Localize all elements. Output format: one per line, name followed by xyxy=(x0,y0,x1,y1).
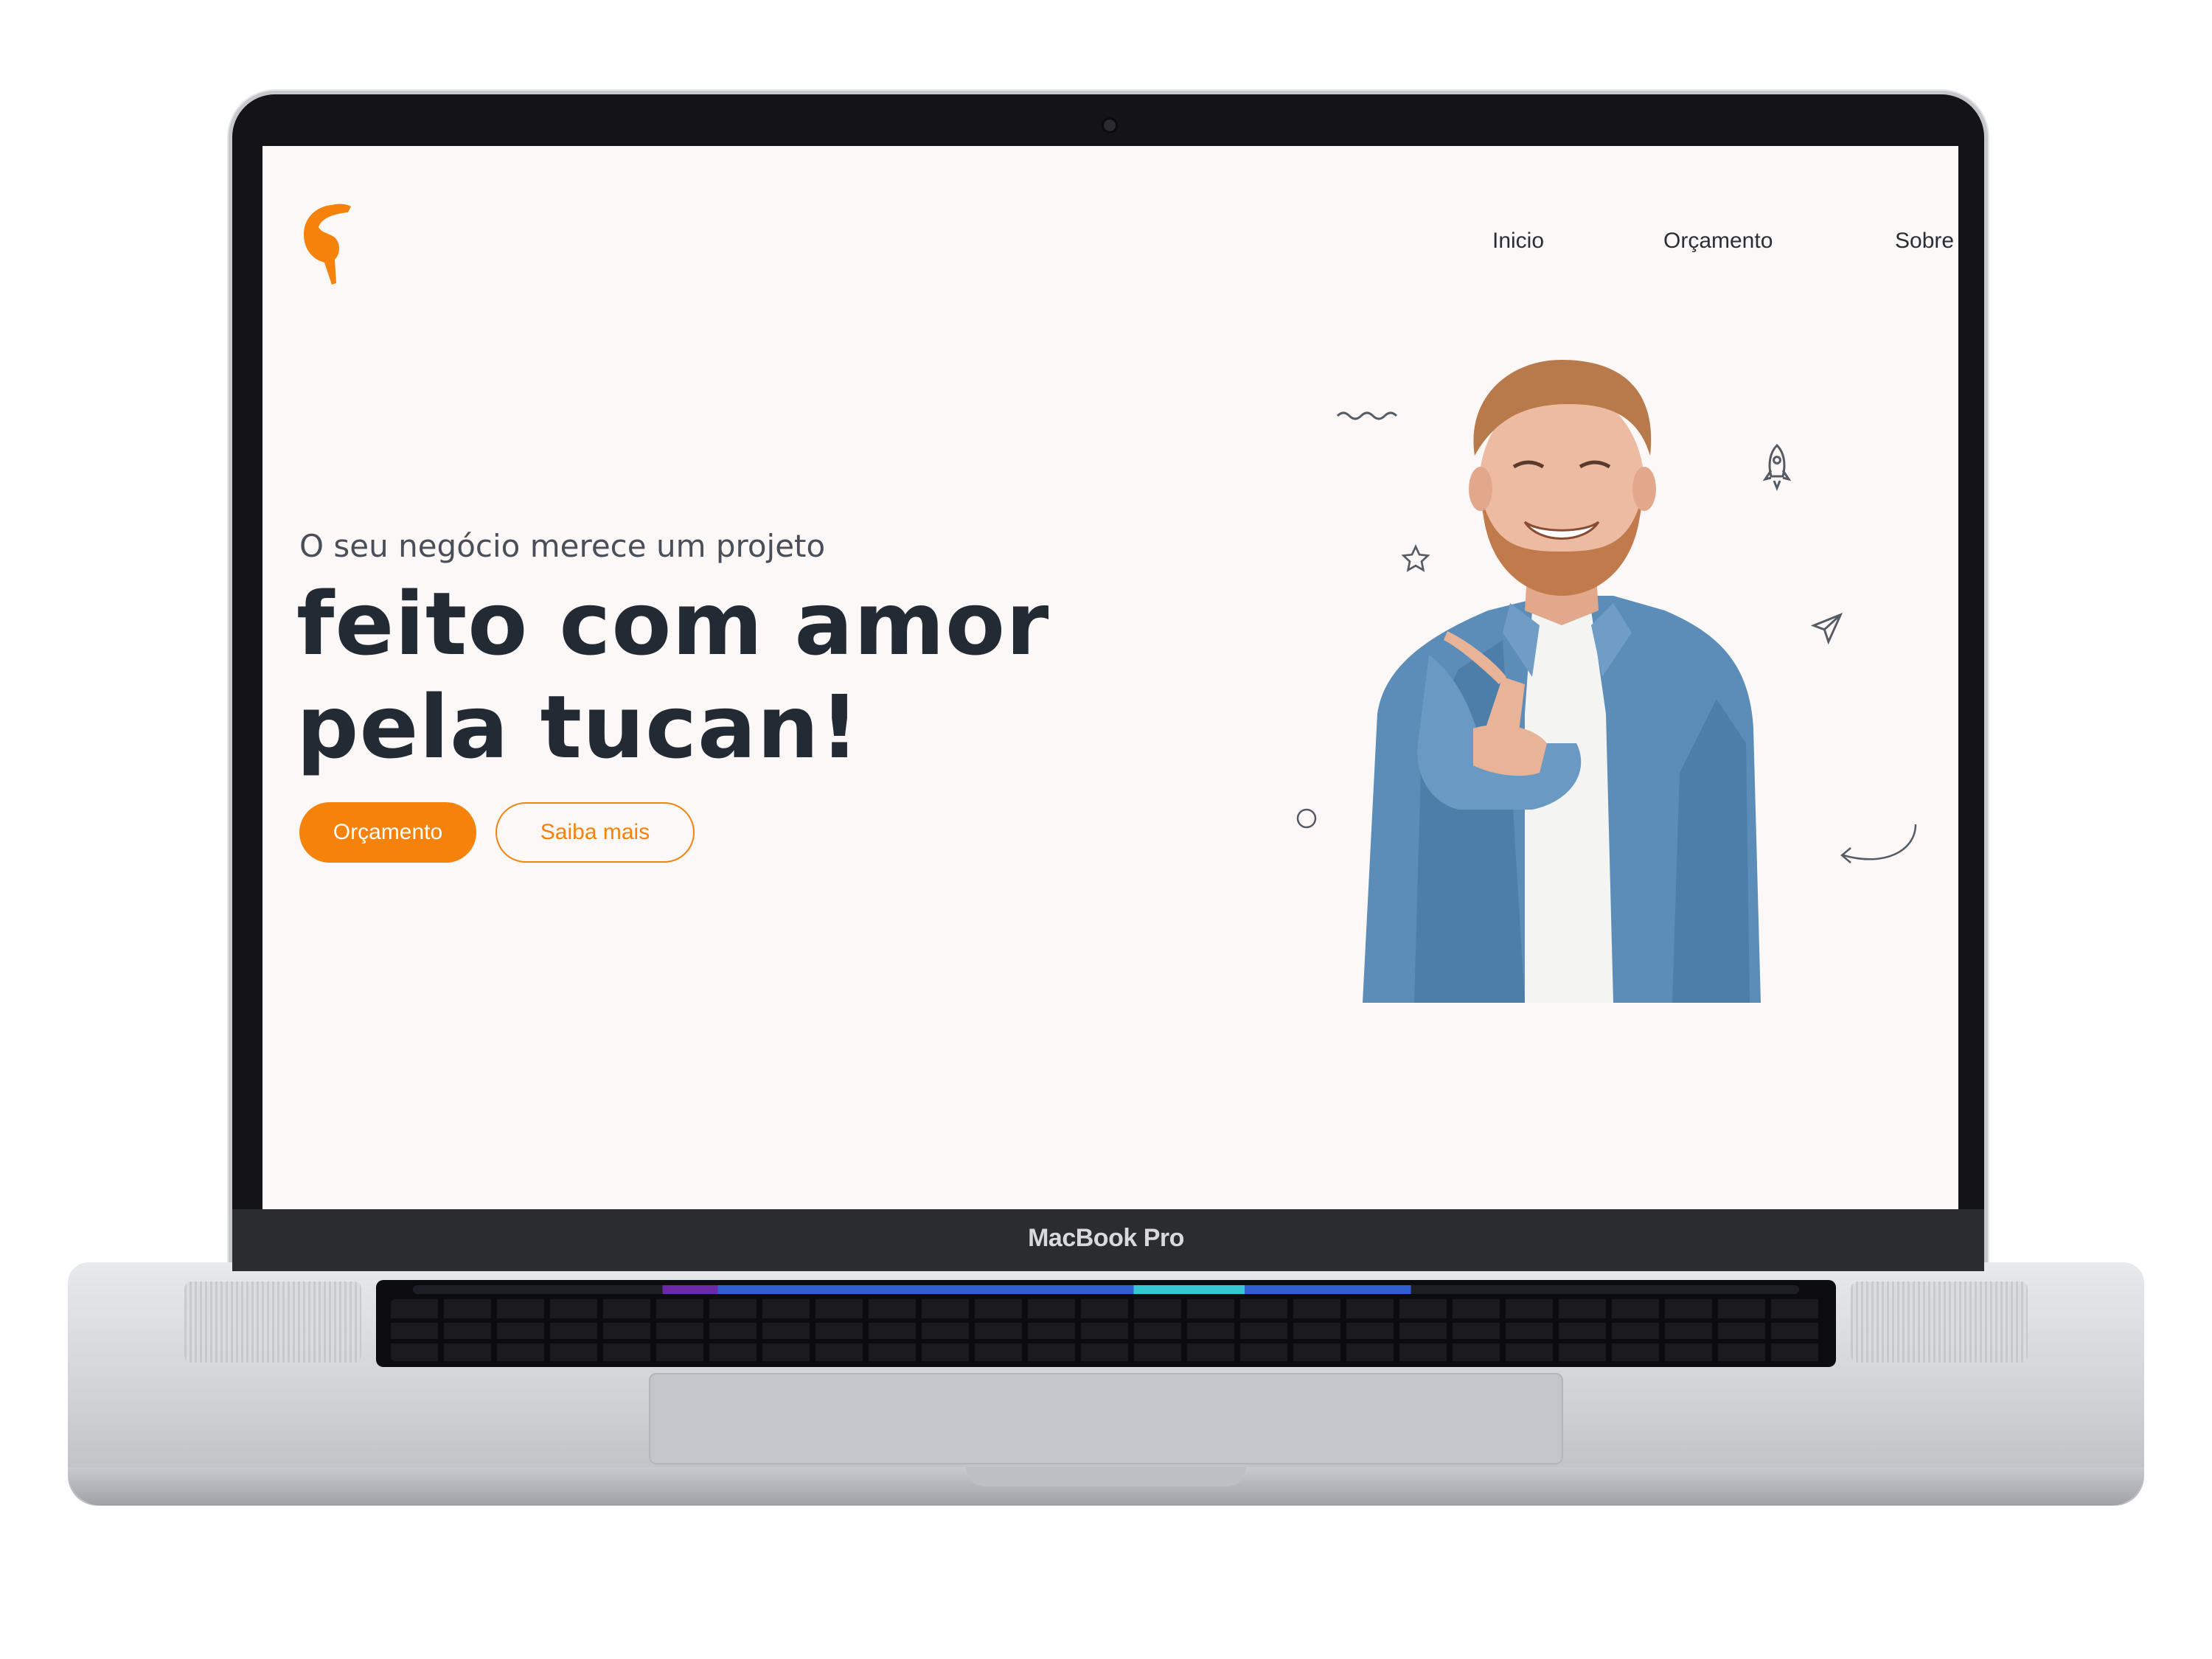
webcam-icon xyxy=(1104,119,1116,131)
nav-sobre[interactable]: Sobre xyxy=(1895,229,1954,254)
circle-icon xyxy=(1296,808,1317,829)
orcamento-button[interactable]: Orçamento xyxy=(299,802,476,863)
website-screen: Inicio Orçamento Sobre O seu negócio mer… xyxy=(262,146,1958,1209)
right-speaker-grille xyxy=(1851,1281,2028,1363)
curved-arrow-icon xyxy=(1840,824,1917,863)
toucan-logo-icon[interactable] xyxy=(299,201,358,289)
saiba-mais-button[interactable]: Saiba mais xyxy=(495,802,695,863)
keyboard-keys xyxy=(391,1299,1821,1361)
nav-inicio[interactable]: Inicio xyxy=(1492,229,1544,254)
touch-bar xyxy=(413,1285,1799,1294)
smiling-man-pointing-photo xyxy=(1363,360,1761,1003)
device-brand-label: MacBook Pro xyxy=(1028,1224,1184,1252)
paper-plane-icon xyxy=(1811,612,1843,644)
nav-orcamento[interactable]: Orçamento xyxy=(1663,229,1773,254)
hero-headline: feito com amor pela tucan! xyxy=(296,573,1050,778)
hero-subtitle: O seu negócio merece um projeto xyxy=(299,528,826,564)
left-speaker-grille xyxy=(184,1281,361,1363)
trackpad xyxy=(649,1373,1563,1464)
rocket-icon xyxy=(1762,444,1792,491)
lid-opening-notch xyxy=(966,1467,1246,1486)
